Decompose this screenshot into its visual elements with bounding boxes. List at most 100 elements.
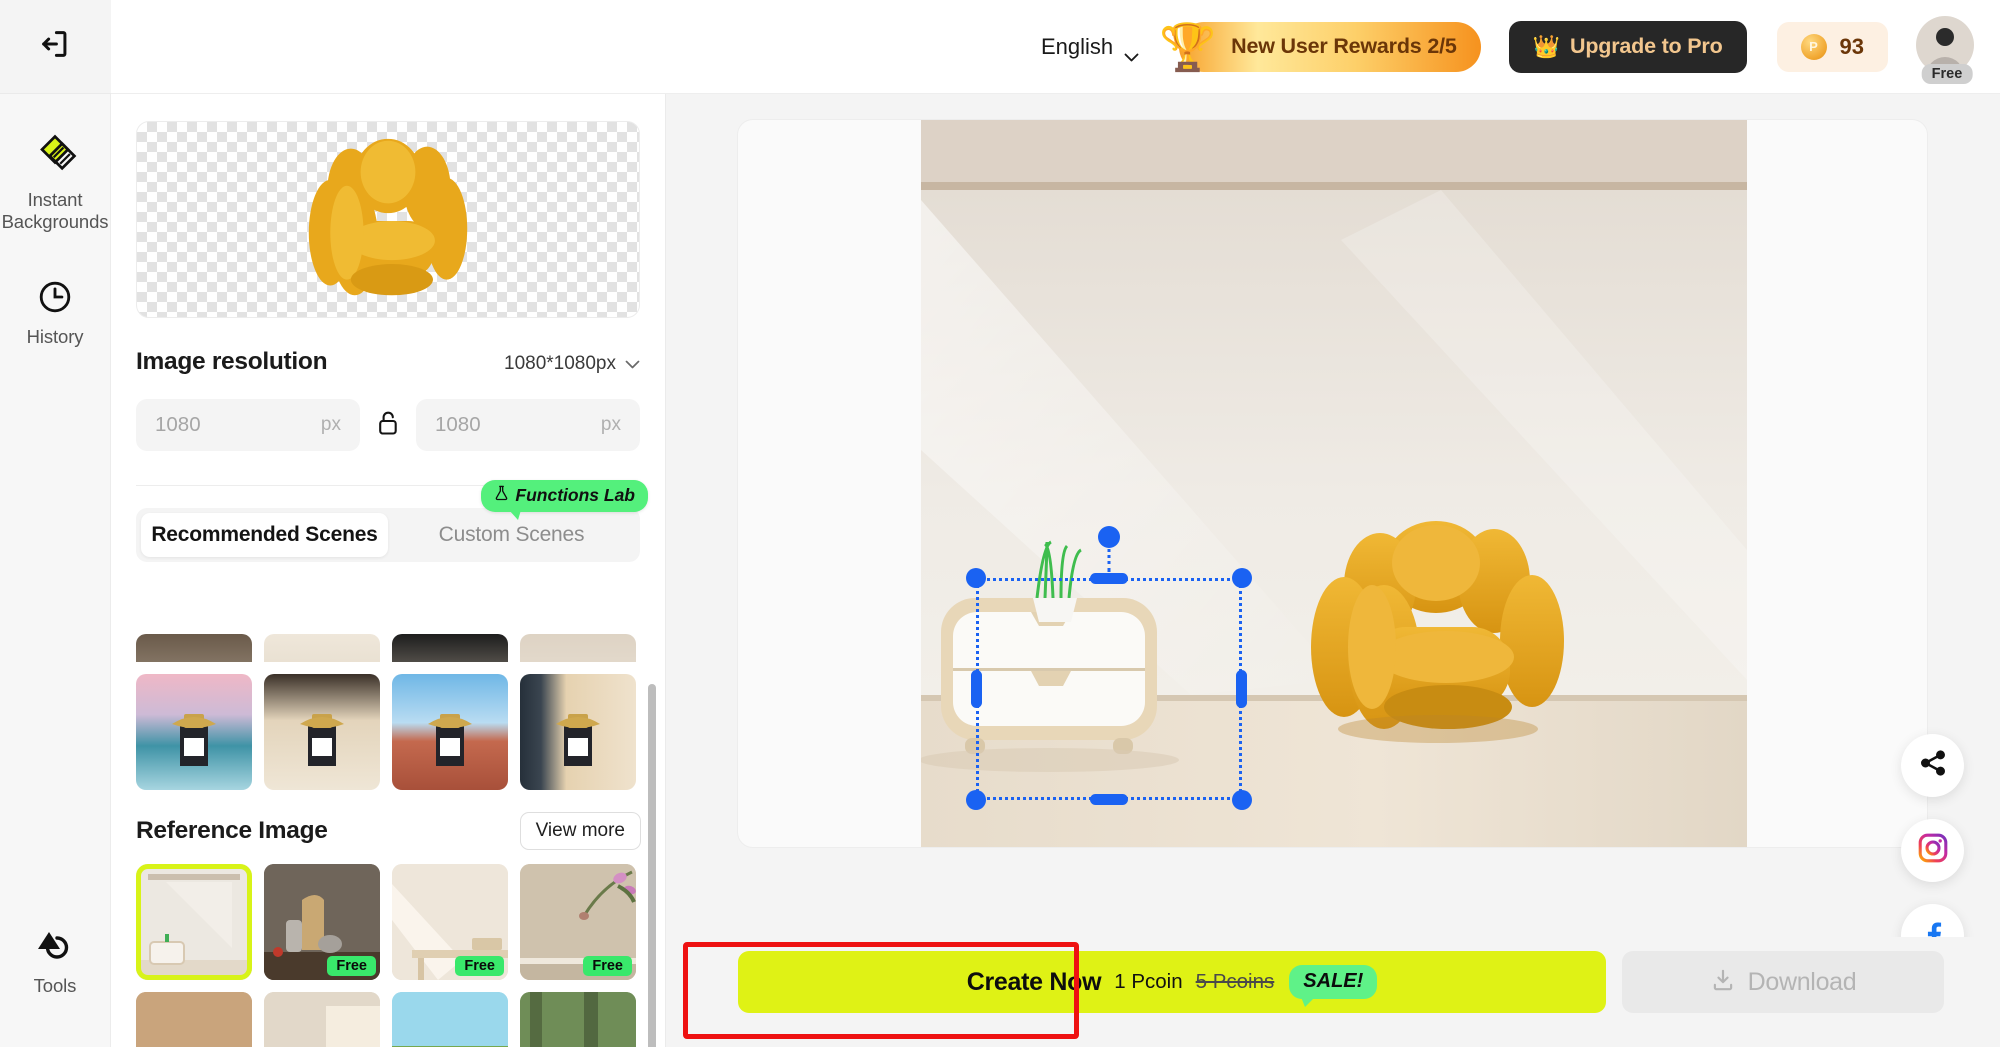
- trophy-icon: 🏆: [1159, 20, 1217, 73]
- product-preview[interactable]: [136, 121, 640, 318]
- share-icon: [1918, 748, 1948, 783]
- top-header: English 🏆 New User Rewards 2/5 👑 Upgrade…: [111, 0, 2000, 94]
- bottom-action-bar: Create Now 1 Pcoin 5 Pcoins SALE! Downlo…: [666, 937, 2000, 1047]
- handle-middle-right[interactable]: [1236, 670, 1247, 708]
- scenes-scroll-area[interactable]: Reference Image View more Free Free Free: [111, 634, 665, 1047]
- chevron-down-icon: [625, 353, 640, 375]
- account-avatar-button[interactable]: Free: [1916, 15, 1978, 84]
- selection-outline: [976, 578, 1242, 800]
- reference-thumb-kitchen-board[interactable]: Free: [264, 864, 380, 980]
- height-value: 1080: [435, 413, 481, 436]
- handle-bottom-left[interactable]: [966, 790, 986, 810]
- sidebar-item-label: Tools: [33, 975, 77, 997]
- rewards-label: New User Rewards 2/5: [1231, 34, 1457, 58]
- handle-bottom-center[interactable]: [1090, 794, 1128, 805]
- sidebar-item-label: History: [26, 325, 84, 347]
- create-now-button[interactable]: Create Now 1 Pcoin 5 Pcoins SALE!: [738, 951, 1606, 1013]
- panel-scrollbar-thumb[interactable]: [648, 684, 656, 1047]
- scene-thumb-clipped[interactable]: [136, 634, 252, 662]
- reference-row-2: [111, 992, 665, 1047]
- sidebar-item-history[interactable]: History: [0, 269, 110, 354]
- sidebar-item-instant-backgrounds[interactable]: Instant Backgrounds: [0, 124, 110, 239]
- social-share-rail: [1901, 734, 1964, 967]
- scene-thumb-clipped[interactable]: [392, 634, 508, 662]
- tools-icon: [35, 926, 75, 969]
- instagram-icon: [1917, 832, 1949, 869]
- chevron-down-icon: [1124, 42, 1139, 62]
- pcoin-balance[interactable]: P 93: [1776, 21, 1888, 72]
- reference-thumb-forest-podium[interactable]: [520, 992, 636, 1047]
- reference-thumb-desert-flower[interactable]: [136, 992, 252, 1047]
- selection-bounding-box[interactable]: [966, 526, 1252, 810]
- scene-thumb-curtain-window[interactable]: [520, 674, 636, 790]
- height-input[interactable]: 1080 px: [416, 399, 640, 451]
- download-icon: [1710, 967, 1736, 998]
- scene-thumb-red-road[interactable]: [392, 674, 508, 790]
- pcoin-icon: P: [1800, 33, 1827, 60]
- scene-thumb-clipped[interactable]: [520, 634, 636, 662]
- width-input[interactable]: 1080 px: [136, 399, 360, 451]
- scene-thumb-lake-sunset[interactable]: [136, 674, 252, 790]
- aspect-lock-toggle[interactable]: [360, 410, 416, 441]
- reference-thumb-flower-branch[interactable]: Free: [520, 864, 636, 980]
- handle-top-center[interactable]: [1090, 573, 1128, 584]
- scene-tabs-wrapper: Recommended Scenes Custom Scenes Functio…: [136, 480, 648, 562]
- yellow-armchair-object[interactable]: [1288, 515, 1584, 745]
- create-old-price: 5 Pcoins: [1195, 970, 1275, 993]
- scene-thumbnails-row: [111, 674, 665, 790]
- handle-top-right[interactable]: [1232, 568, 1252, 588]
- crown-icon: 👑: [1532, 33, 1561, 59]
- download-button[interactable]: Download: [1622, 951, 1944, 1013]
- functions-lab-badge[interactable]: Functions Lab: [481, 480, 648, 520]
- handle-middle-left[interactable]: [971, 670, 982, 708]
- reference-thumb-beach-stone[interactable]: [392, 992, 508, 1047]
- image-resolution-title: Image resolution: [136, 348, 328, 375]
- free-badge: Free: [583, 956, 632, 976]
- plan-badge: Free: [1921, 63, 1973, 84]
- tab-recommended-scenes[interactable]: Recommended Scenes: [141, 513, 388, 557]
- logout-icon: [38, 27, 72, 66]
- rotate-handle[interactable]: [1098, 526, 1120, 548]
- yellow-armchair-thumbnail: [308, 138, 468, 295]
- canvas-stage: [666, 94, 2000, 1047]
- language-selector[interactable]: English: [1041, 33, 1139, 62]
- app-root: Instant Backgrounds History Tools Englis…: [0, 0, 2000, 1047]
- resolution-preset-select[interactable]: 1080*1080px: [504, 353, 640, 375]
- sidebar-item-tools[interactable]: Tools: [0, 916, 110, 1003]
- scene-row-clipped: [111, 634, 665, 662]
- layers-diamond-icon: [33, 134, 77, 183]
- create-now-label: Create Now: [966, 967, 1102, 996]
- flask-icon: [494, 485, 509, 506]
- sidebar-item-label: Instant Backgrounds: [1, 189, 109, 232]
- scene-thumb-marble-hall[interactable]: [264, 674, 380, 790]
- resolution-preset-label: 1080*1080px: [504, 353, 616, 374]
- resolution-inputs-row: 1080 px 1080 px: [136, 399, 640, 451]
- width-unit: px: [320, 414, 341, 435]
- share-button[interactable]: [1901, 734, 1964, 797]
- reference-thumb-sunlit-table[interactable]: Free: [392, 864, 508, 980]
- height-unit: px: [600, 414, 621, 435]
- handle-top-left[interactable]: [966, 568, 986, 588]
- canvas-card[interactable]: [737, 119, 1928, 848]
- reference-thumb-living-cabinet[interactable]: [136, 864, 252, 980]
- reference-row-1: Free Free Free: [111, 864, 665, 980]
- width-value: 1080: [155, 413, 201, 436]
- handle-bottom-right[interactable]: [1232, 790, 1252, 810]
- scene-thumb-clipped[interactable]: [264, 634, 380, 662]
- functions-lab-label: Functions Lab: [515, 485, 635, 505]
- pcoin-count: 93: [1839, 33, 1864, 59]
- clock-icon: [37, 279, 73, 320]
- free-badge: Free: [327, 956, 376, 976]
- image-resolution-header: Image resolution 1080*1080px: [136, 348, 640, 376]
- upgrade-to-pro-button[interactable]: 👑 Upgrade to Pro: [1508, 20, 1747, 73]
- instagram-button[interactable]: [1901, 819, 1964, 882]
- reference-thumb-lamp-corner[interactable]: [264, 992, 380, 1047]
- upgrade-label: Upgrade to Pro: [1570, 34, 1723, 58]
- left-rail: Instant Backgrounds History Tools: [0, 0, 111, 1047]
- language-label: English: [1041, 33, 1114, 59]
- reference-image-title: Reference Image: [136, 817, 328, 844]
- new-user-rewards-banner[interactable]: 🏆 New User Rewards 2/5: [1159, 21, 1481, 72]
- view-more-button[interactable]: View more: [519, 812, 641, 850]
- free-badge: Free: [455, 956, 504, 976]
- logout-button[interactable]: [0, 0, 111, 94]
